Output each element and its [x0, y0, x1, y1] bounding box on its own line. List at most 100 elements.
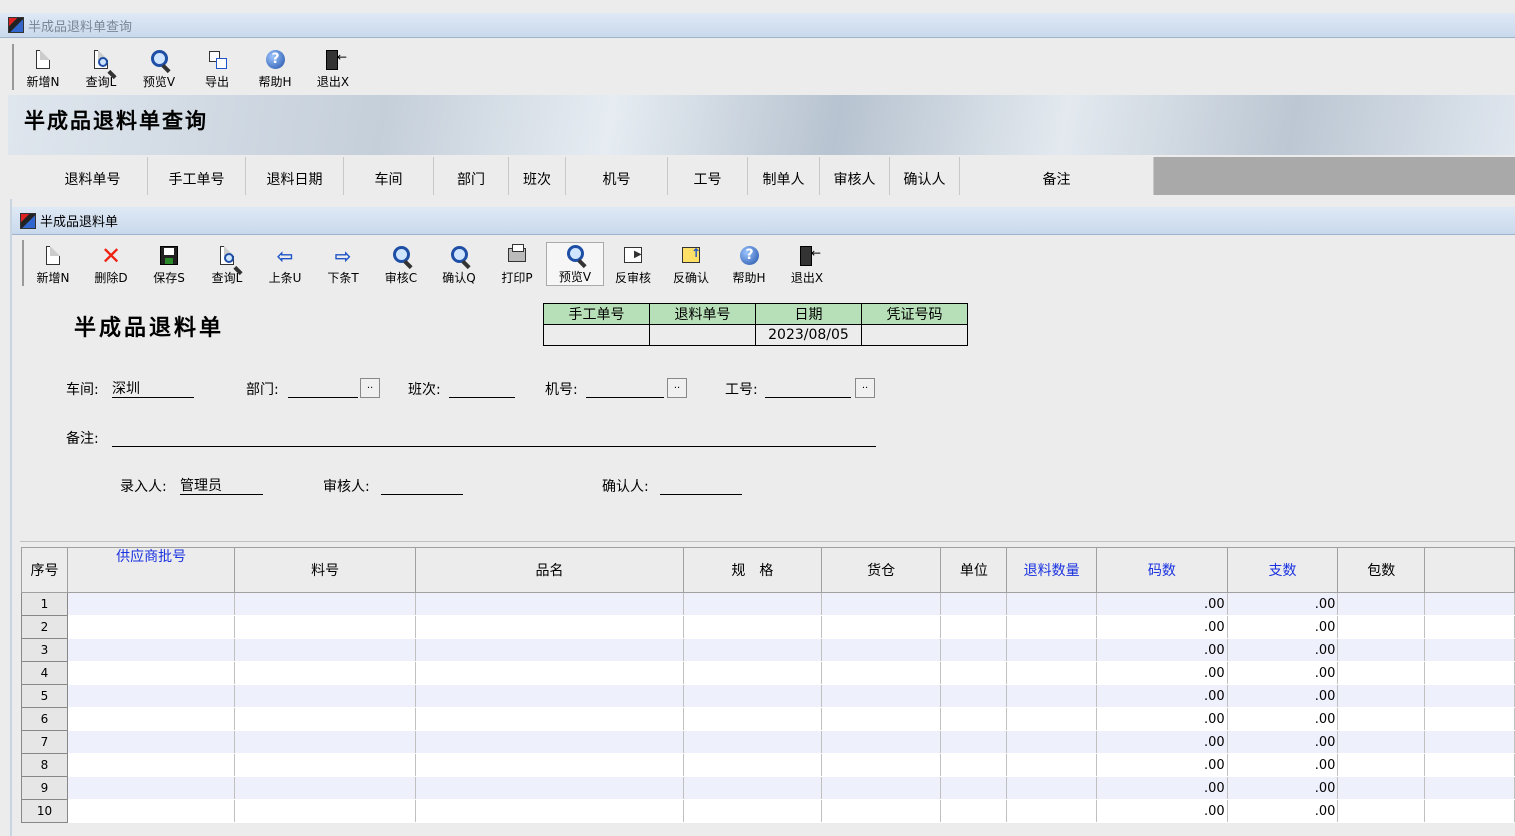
new-doc-button[interactable]: 新增N: [14, 46, 72, 90]
grid-cell[interactable]: [234, 684, 416, 708]
piece-count-cell[interactable]: .00: [1227, 638, 1339, 662]
query-column-header[interactable]: 班次: [509, 157, 566, 195]
grid-cell[interactable]: [234, 799, 416, 823]
confirmer-field[interactable]: [660, 478, 742, 495]
grid-cell[interactable]: [1337, 615, 1426, 639]
workshop-field[interactable]: 深圳: [112, 381, 194, 398]
query-column-header[interactable]: 退料单号: [38, 157, 148, 195]
table-row[interactable]: 1 .00.00: [21, 592, 1515, 616]
help-button[interactable]: ? 帮助H: [720, 242, 778, 286]
query-column-header[interactable]: 备注: [960, 157, 1154, 195]
grid-cell[interactable]: [67, 661, 236, 685]
delete-button[interactable]: ✕ 删除D: [82, 242, 140, 286]
grid-cell[interactable]: [683, 776, 822, 800]
grid-cell[interactable]: [683, 592, 822, 616]
grid-cell[interactable]: [67, 684, 236, 708]
piece-count-cell[interactable]: .00: [1227, 799, 1339, 823]
grid-cell[interactable]: [1006, 799, 1098, 823]
shift-field[interactable]: [449, 381, 515, 398]
worker-browse-button[interactable]: ..: [855, 378, 875, 398]
grid-cell[interactable]: [1424, 799, 1515, 823]
grid-cell[interactable]: [683, 707, 822, 731]
dept-field[interactable]: [288, 381, 358, 398]
grid-cell[interactable]: [821, 592, 942, 616]
remark-field[interactable]: [112, 430, 876, 447]
unaudit-button[interactable]: 反审核: [604, 242, 662, 286]
grid-column-header[interactable]: 支数: [1226, 547, 1339, 593]
table-row[interactable]: 8 .00.00: [21, 753, 1515, 777]
grid-cell[interactable]: [67, 753, 236, 777]
grid-cell[interactable]: [1006, 684, 1098, 708]
grid-cell[interactable]: [234, 730, 416, 754]
yard-count-cell[interactable]: .00: [1096, 707, 1228, 731]
piece-count-cell[interactable]: .00: [1227, 661, 1339, 685]
grid-cell[interactable]: [1006, 730, 1098, 754]
grid-cell[interactable]: [940, 684, 1008, 708]
piece-count-cell[interactable]: .00: [1227, 776, 1339, 800]
audit-button[interactable]: 审核C: [372, 242, 430, 286]
grid-cell[interactable]: [415, 661, 685, 685]
return-no-value[interactable]: [649, 324, 756, 346]
grid-cell[interactable]: [234, 661, 416, 685]
grid-cell[interactable]: [821, 707, 942, 731]
grid-cell[interactable]: [67, 707, 236, 731]
auditor-field[interactable]: [381, 478, 463, 495]
grid-cell[interactable]: [67, 730, 236, 754]
dept-browse-button[interactable]: ..: [360, 378, 380, 398]
query-column-header[interactable]: 部门: [434, 157, 509, 195]
yard-count-cell[interactable]: .00: [1096, 615, 1228, 639]
grid-cell[interactable]: [940, 661, 1008, 685]
grid-cell[interactable]: [940, 799, 1008, 823]
worker-field[interactable]: [765, 381, 851, 398]
grid-cell[interactable]: [1424, 638, 1515, 662]
piece-count-cell[interactable]: .00: [1227, 615, 1339, 639]
piece-count-cell[interactable]: .00: [1227, 684, 1339, 708]
query-column-header[interactable]: 制单人: [748, 157, 820, 195]
grid-cell[interactable]: [683, 661, 822, 685]
confirm-button[interactable]: 确认Q: [430, 242, 488, 286]
new-doc-button[interactable]: 新增N: [24, 242, 82, 286]
grid-column-header[interactable]: 序号: [21, 547, 68, 593]
grid-cell[interactable]: [1006, 638, 1098, 662]
query-column-header[interactable]: 手工单号: [148, 157, 246, 195]
grid-cell[interactable]: [415, 592, 685, 616]
yard-count-cell[interactable]: .00: [1096, 799, 1228, 823]
grid-cell[interactable]: [821, 615, 942, 639]
grid-cell[interactable]: [1337, 638, 1426, 662]
query-column-header[interactable]: 车间: [344, 157, 434, 195]
grid-cell[interactable]: [234, 615, 416, 639]
yard-count-cell[interactable]: .00: [1096, 684, 1228, 708]
grid-column-header[interactable]: 码数: [1096, 547, 1228, 593]
grid-cell[interactable]: [821, 638, 942, 662]
grid-cell[interactable]: [1006, 753, 1098, 777]
grid-cell[interactable]: [67, 799, 236, 823]
machine-browse-button[interactable]: ..: [667, 378, 687, 398]
grid-cell[interactable]: [683, 684, 822, 708]
grid-cell[interactable]: [1424, 661, 1515, 685]
query-column-header[interactable]: 退料日期: [246, 157, 344, 195]
grid-column-header[interactable]: 供应商批号: [66, 547, 236, 593]
voucher-no-value[interactable]: [861, 324, 968, 346]
query-column-header[interactable]: 机号: [566, 157, 668, 195]
grid-cell[interactable]: [1006, 776, 1098, 800]
grid-cell[interactable]: [1337, 799, 1426, 823]
preview-button[interactable]: 预览V: [130, 46, 188, 90]
grid-cell[interactable]: [1337, 707, 1426, 731]
piece-count-cell[interactable]: .00: [1227, 730, 1339, 754]
grid-cell[interactable]: [1337, 753, 1426, 777]
print-button[interactable]: 打印P: [488, 242, 546, 286]
grid-cell[interactable]: [234, 776, 416, 800]
grid-cell[interactable]: [683, 753, 822, 777]
piece-count-cell[interactable]: .00: [1227, 707, 1339, 731]
table-row[interactable]: 7 .00.00: [21, 730, 1515, 754]
save-button[interactable]: 保存S: [140, 242, 198, 286]
grid-cell[interactable]: [1337, 730, 1426, 754]
prev-arrow-button[interactable]: ⇦ 上条U: [256, 242, 314, 286]
exit-button[interactable]: 退出X: [304, 46, 362, 90]
export-button[interactable]: 导出: [188, 46, 246, 90]
grid-cell[interactable]: [1424, 753, 1515, 777]
grid-cell[interactable]: [1337, 592, 1426, 616]
grid-column-header[interactable]: 包数: [1337, 547, 1426, 593]
yard-count-cell[interactable]: .00: [1096, 592, 1228, 616]
query-button[interactable]: 查询L: [72, 46, 130, 90]
